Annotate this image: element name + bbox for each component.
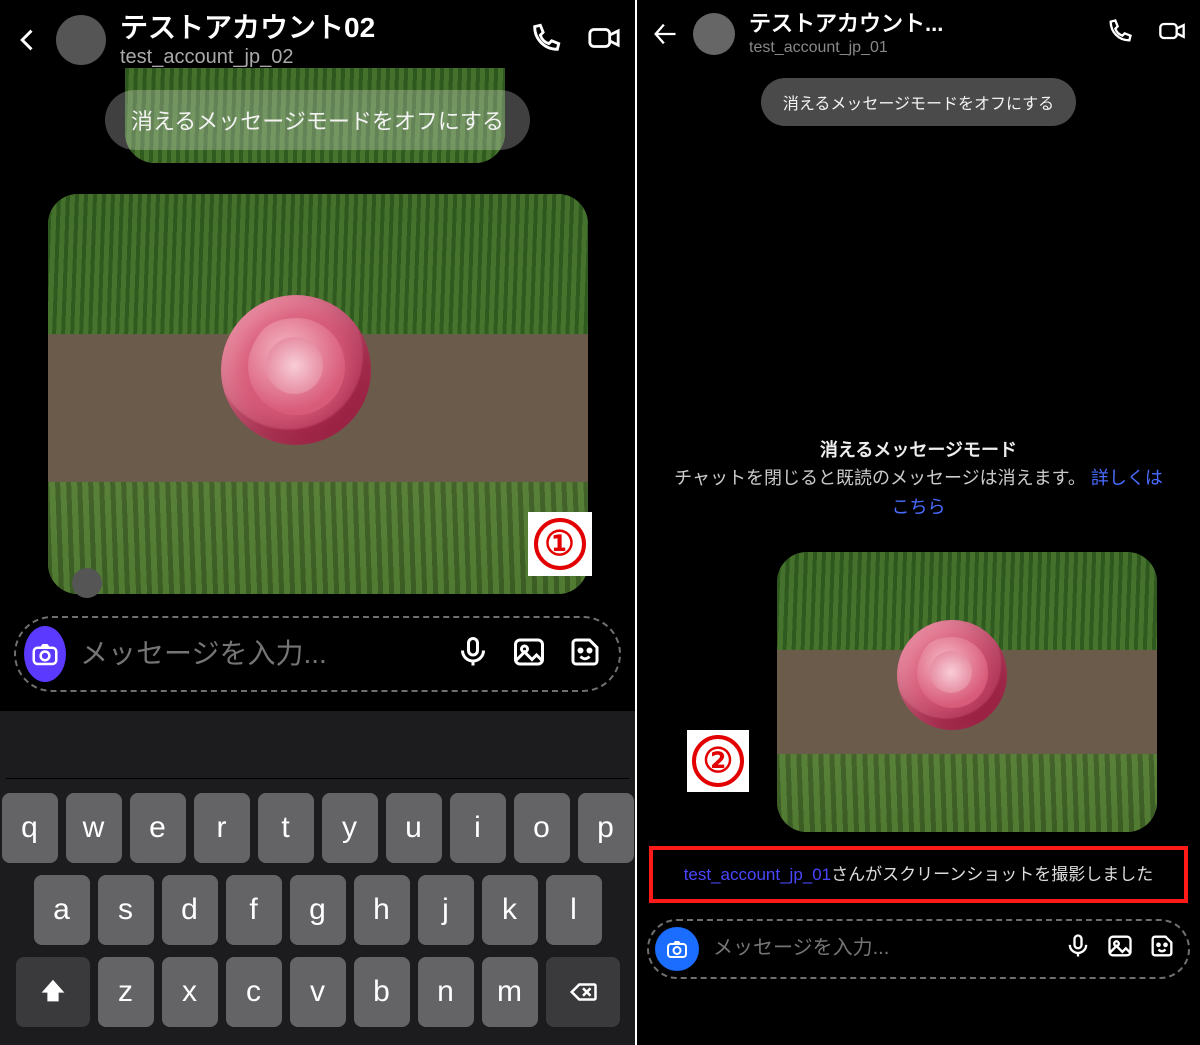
backspace-key[interactable]	[546, 957, 620, 1027]
camera-icon	[665, 937, 689, 961]
contact-handle: test_account_jp_01	[749, 38, 1092, 58]
key-q[interactable]: q	[2, 793, 58, 863]
phone-icon	[529, 21, 563, 55]
key-b[interactable]: b	[354, 957, 410, 1027]
shift-icon	[38, 977, 68, 1007]
image-icon	[511, 634, 547, 670]
contact-handle: test_account_jp_02	[120, 45, 515, 70]
key-h[interactable]: h	[354, 875, 410, 945]
contact-avatar[interactable]	[693, 13, 735, 55]
gallery-button[interactable]	[511, 634, 547, 675]
voice-call-button[interactable]	[529, 21, 563, 60]
contact-display-name: テストアカウント02	[120, 10, 515, 45]
video-icon	[1158, 17, 1186, 45]
contact-name-block[interactable]: テストアカウント... test_account_jp_01	[749, 10, 1092, 58]
mic-icon	[455, 634, 491, 670]
back-button[interactable]	[651, 20, 679, 48]
sticker-button[interactable]	[1148, 932, 1176, 965]
backspace-icon	[568, 977, 598, 1007]
vanish-mode-info: 消えるメッセージモード チャットを閉じると既読のメッセージは消えます。 詳しくは…	[667, 436, 1170, 522]
chevron-left-icon	[14, 26, 42, 54]
message-input[interactable]	[80, 638, 441, 670]
key-x[interactable]: x	[162, 957, 218, 1027]
notice-username: test_account_jp_01	[684, 865, 831, 884]
camera-button[interactable]	[24, 626, 66, 682]
key-y[interactable]: y	[322, 793, 378, 863]
contact-name-block[interactable]: テストアカウント02 test_account_jp_02	[120, 10, 515, 70]
key-f[interactable]: f	[226, 875, 282, 945]
sticker-icon	[1148, 932, 1176, 960]
camera-icon	[30, 639, 60, 669]
key-g[interactable]: g	[290, 875, 346, 945]
key-n[interactable]: n	[418, 957, 474, 1027]
key-u[interactable]: u	[386, 793, 442, 863]
phone-screen-left: テストアカウント02 test_account_jp_02 消えるメッセージモー…	[0, 0, 635, 1045]
sticker-button[interactable]	[567, 634, 603, 675]
video-call-button[interactable]	[587, 21, 621, 60]
key-k[interactable]: k	[482, 875, 538, 945]
key-w[interactable]: w	[66, 793, 122, 863]
camera-button[interactable]	[655, 927, 699, 971]
vanish-mode-body: チャットを閉じると既読のメッセージは消えます。	[674, 468, 1086, 488]
arrow-left-icon	[651, 20, 679, 48]
video-call-button[interactable]	[1158, 17, 1186, 50]
message-image-bubble[interactable]: ①	[48, 194, 588, 594]
voice-call-button[interactable]	[1106, 17, 1134, 50]
seen-indicator-avatar	[72, 568, 102, 598]
back-button[interactable]	[14, 26, 42, 54]
notice-text: さんがスクリーンショットを撮影しました	[831, 865, 1153, 884]
key-v[interactable]: v	[290, 957, 346, 1027]
video-icon	[587, 21, 621, 55]
contact-avatar[interactable]	[56, 15, 106, 65]
gallery-button[interactable]	[1106, 932, 1134, 965]
screenshot-notice: test_account_jp_01さんがスクリーンショットを撮影しました	[649, 846, 1188, 903]
key-m[interactable]: m	[482, 957, 538, 1027]
keyboard[interactable]: qwertyuiop asdfghjkl zxcvbnm	[0, 711, 635, 1045]
key-s[interactable]: s	[98, 875, 154, 945]
vanish-mode-title: 消えるメッセージモード	[667, 436, 1170, 465]
chat-header: テストアカウント... test_account_jp_01	[637, 0, 1200, 68]
key-p[interactable]: p	[578, 793, 634, 863]
sent-image-bubble[interactable]: ②	[777, 552, 1157, 832]
key-r[interactable]: r	[194, 793, 250, 863]
shift-key[interactable]	[16, 957, 90, 1027]
phone-icon	[1106, 17, 1134, 45]
annotation-badge-2: ②	[687, 730, 749, 792]
key-t[interactable]: t	[258, 793, 314, 863]
mic-icon	[1064, 932, 1092, 960]
vanish-mode-off-pill[interactable]: 消えるメッセージモードをオフにする	[105, 90, 530, 150]
vanish-mode-off-pill[interactable]: 消えるメッセージモードをオフにする	[761, 78, 1076, 126]
voice-message-button[interactable]	[1064, 932, 1092, 965]
key-o[interactable]: o	[514, 793, 570, 863]
key-a[interactable]: a	[34, 875, 90, 945]
key-c[interactable]: c	[226, 957, 282, 1027]
key-d[interactable]: d	[162, 875, 218, 945]
message-composer	[14, 616, 621, 692]
message-composer	[647, 919, 1190, 979]
key-j[interactable]: j	[418, 875, 474, 945]
key-e[interactable]: e	[130, 793, 186, 863]
contact-display-name: テストアカウント...	[749, 10, 1092, 38]
key-z[interactable]: z	[98, 957, 154, 1027]
phone-screen-right: テストアカウント... test_account_jp_01 消えるメッセージモ…	[635, 0, 1200, 1045]
annotation-badge-1: ①	[528, 512, 592, 576]
sticker-icon	[567, 634, 603, 670]
message-input[interactable]	[713, 937, 1050, 960]
image-icon	[1106, 932, 1134, 960]
key-i[interactable]: i	[450, 793, 506, 863]
voice-message-button[interactable]	[455, 634, 491, 675]
key-l[interactable]: l	[546, 875, 602, 945]
